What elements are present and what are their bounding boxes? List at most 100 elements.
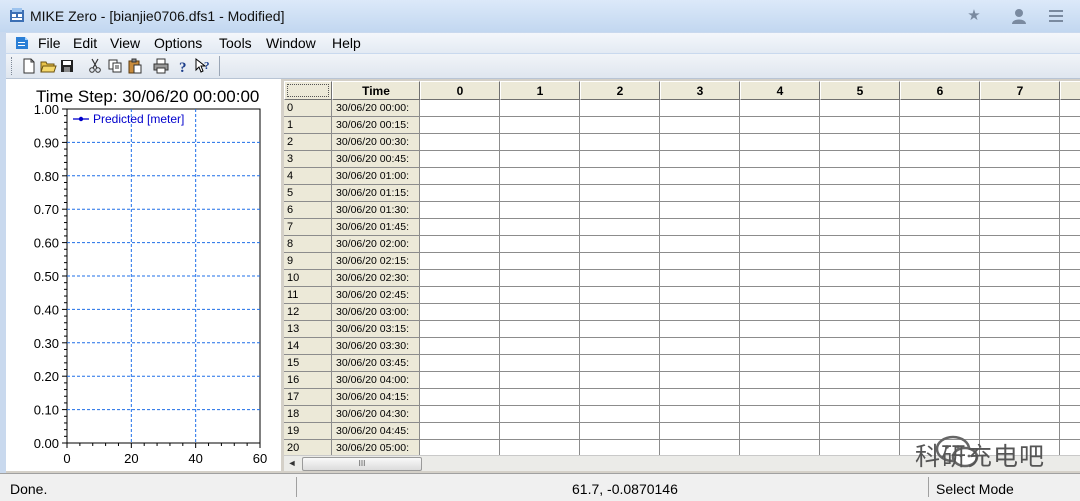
data-cell[interactable] <box>740 389 820 406</box>
data-cell[interactable] <box>420 423 500 440</box>
row-header[interactable]: 8 <box>284 236 332 253</box>
paste-icon[interactable] <box>126 57 144 75</box>
data-cell[interactable] <box>980 134 1060 151</box>
data-cell[interactable] <box>900 151 980 168</box>
data-cell[interactable] <box>660 253 740 270</box>
data-cell[interactable] <box>580 219 660 236</box>
time-cell[interactable]: 30/06/20 04:00: <box>332 372 420 389</box>
data-cell[interactable] <box>900 168 980 185</box>
data-cell[interactable] <box>1060 100 1080 117</box>
data-cell[interactable] <box>980 355 1060 372</box>
data-cell[interactable] <box>500 389 580 406</box>
data-cell[interactable] <box>500 304 580 321</box>
row-header[interactable]: 9 <box>284 253 332 270</box>
row-header[interactable]: 7 <box>284 219 332 236</box>
time-cell[interactable]: 30/06/20 02:30: <box>332 270 420 287</box>
data-cell[interactable] <box>660 100 740 117</box>
column-header[interactable]: 1 <box>500 81 580 100</box>
data-cell[interactable] <box>580 168 660 185</box>
data-cell[interactable] <box>660 389 740 406</box>
data-cell[interactable] <box>580 270 660 287</box>
data-cell[interactable] <box>580 100 660 117</box>
data-cell[interactable] <box>660 440 740 455</box>
data-cell[interactable] <box>820 151 900 168</box>
copy-icon[interactable] <box>106 57 124 75</box>
data-cell[interactable] <box>980 185 1060 202</box>
data-cell[interactable] <box>420 304 500 321</box>
data-cell[interactable] <box>740 219 820 236</box>
data-cell[interactable] <box>740 134 820 151</box>
data-cell[interactable] <box>820 304 900 321</box>
data-cell[interactable] <box>980 100 1060 117</box>
star-icon[interactable]: ★ <box>964 6 984 26</box>
data-cell[interactable] <box>900 270 980 287</box>
row-header[interactable]: 16 <box>284 372 332 389</box>
time-cell[interactable]: 30/06/20 04:15: <box>332 389 420 406</box>
data-cell[interactable] <box>500 406 580 423</box>
data-cell[interactable] <box>660 287 740 304</box>
data-cell[interactable] <box>500 219 580 236</box>
menu-window[interactable]: Window <box>266 35 316 51</box>
data-cell[interactable] <box>980 270 1060 287</box>
data-cell[interactable] <box>1060 253 1080 270</box>
data-cell[interactable] <box>580 253 660 270</box>
row-header[interactable]: 14 <box>284 338 332 355</box>
data-cell[interactable] <box>420 355 500 372</box>
data-cell[interactable] <box>1060 321 1080 338</box>
data-cell[interactable] <box>740 168 820 185</box>
data-cell[interactable] <box>820 338 900 355</box>
data-cell[interactable] <box>420 389 500 406</box>
data-cell[interactable] <box>580 117 660 134</box>
data-cell[interactable] <box>740 117 820 134</box>
data-grid[interactable]: Time 0 1 2 3 4 5 6 7 0 30/06/20 00:00: 1 30/06/20 00… <box>284 81 1080 455</box>
data-cell[interactable] <box>420 100 500 117</box>
data-cell[interactable] <box>980 151 1060 168</box>
column-header[interactable]: 2 <box>580 81 660 100</box>
time-cell[interactable]: 30/06/20 01:00: <box>332 168 420 185</box>
row-header[interactable]: 1 <box>284 117 332 134</box>
data-cell[interactable] <box>500 372 580 389</box>
time-cell[interactable]: 30/06/20 00:30: <box>332 134 420 151</box>
data-cell[interactable] <box>580 423 660 440</box>
column-header[interactable]: 4 <box>740 81 820 100</box>
data-cell[interactable] <box>660 134 740 151</box>
data-cell[interactable] <box>420 134 500 151</box>
data-cell[interactable] <box>820 100 900 117</box>
data-cell[interactable] <box>740 270 820 287</box>
data-cell[interactable] <box>580 236 660 253</box>
data-cell[interactable] <box>1060 185 1080 202</box>
column-header[interactable]: 6 <box>900 81 980 100</box>
menu-lines-icon[interactable] <box>1046 6 1066 26</box>
data-cell[interactable] <box>1060 338 1080 355</box>
data-cell[interactable] <box>820 253 900 270</box>
toolbar-grip[interactable] <box>11 57 15 75</box>
grid-corner[interactable] <box>284 81 332 100</box>
time-cell[interactable]: 30/06/20 05:00: <box>332 440 420 455</box>
data-cell[interactable] <box>1060 134 1080 151</box>
data-cell[interactable] <box>820 168 900 185</box>
column-header[interactable]: 5 <box>820 81 900 100</box>
save-icon[interactable] <box>58 57 76 75</box>
data-cell[interactable] <box>660 270 740 287</box>
data-cell[interactable] <box>980 372 1060 389</box>
time-cell[interactable]: 30/06/20 04:30: <box>332 406 420 423</box>
data-cell[interactable] <box>1060 372 1080 389</box>
time-cell[interactable]: 30/06/20 03:30: <box>332 338 420 355</box>
data-cell[interactable] <box>740 100 820 117</box>
data-cell[interactable] <box>500 134 580 151</box>
row-header[interactable]: 18 <box>284 406 332 423</box>
data-cell[interactable] <box>980 219 1060 236</box>
data-cell[interactable] <box>1060 270 1080 287</box>
data-cell[interactable] <box>980 338 1060 355</box>
data-cell[interactable] <box>900 219 980 236</box>
time-cell[interactable]: 30/06/20 00:45: <box>332 151 420 168</box>
data-cell[interactable] <box>1060 202 1080 219</box>
data-cell[interactable] <box>500 287 580 304</box>
data-cell[interactable] <box>980 304 1060 321</box>
data-cell[interactable] <box>500 321 580 338</box>
data-cell[interactable] <box>820 202 900 219</box>
data-cell[interactable] <box>420 168 500 185</box>
row-header[interactable]: 0 <box>284 100 332 117</box>
data-cell[interactable] <box>420 321 500 338</box>
data-cell[interactable] <box>1060 355 1080 372</box>
